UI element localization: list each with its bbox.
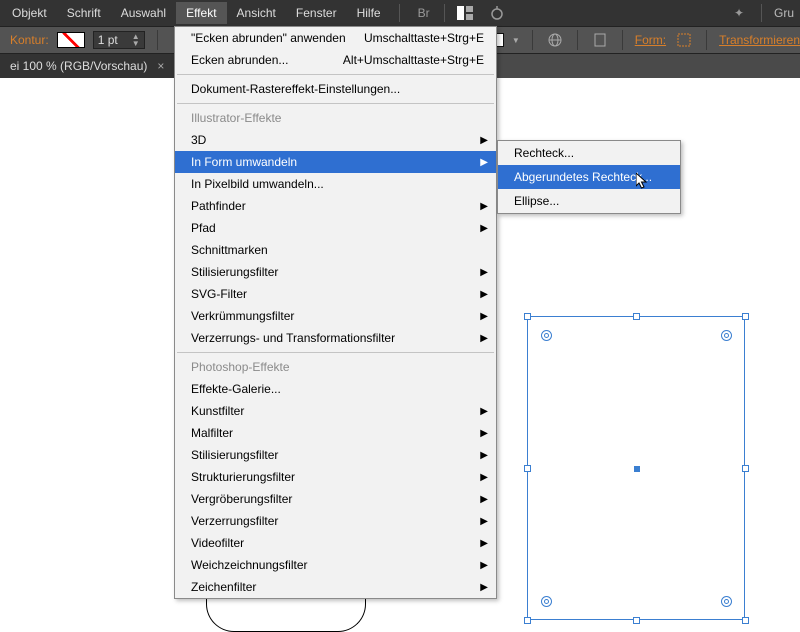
- handle-br[interactable]: [742, 617, 749, 624]
- document-tab[interactable]: ei 100 % (RGB/Vorschau) ×: [0, 54, 174, 78]
- menu-ps-video[interactable]: Videofilter▶: [175, 532, 496, 554]
- handle-tr[interactable]: [742, 313, 749, 320]
- form-link[interactable]: Form:: [635, 33, 666, 47]
- handle-bl[interactable]: [524, 617, 531, 624]
- handle-tc[interactable]: [633, 313, 640, 320]
- menu-ansicht[interactable]: Ansicht: [227, 2, 286, 24]
- menu-ps-vergroeberung[interactable]: Vergröberungsfilter▶: [175, 488, 496, 510]
- document-setup-icon[interactable]: [590, 30, 610, 50]
- header-illustrator-effekte: Illustrator-Effekte: [175, 107, 496, 129]
- effekt-dropdown: "Ecken abrunden" anwendenUmschalttaste+S…: [174, 26, 497, 599]
- menu-objekt[interactable]: Objekt: [2, 2, 57, 24]
- menu-ai-stilisierung[interactable]: Stilisierungsfilter▶: [175, 261, 496, 283]
- menu-effekt[interactable]: Effekt: [176, 2, 226, 24]
- shape-icon[interactable]: [674, 30, 694, 50]
- menu-ps-verzerrung[interactable]: Verzerrungsfilter▶: [175, 510, 496, 532]
- menu-ps-kunst[interactable]: Kunstfilter▶: [175, 400, 496, 422]
- menu-ps-weichzeichnung[interactable]: Weichzeichnungsfilter▶: [175, 554, 496, 576]
- menu-last-settings[interactable]: Ecken abrunden...Alt+Umschalttaste+Strg+…: [175, 49, 496, 71]
- workspace-label[interactable]: Gru: [768, 6, 800, 20]
- menu-ps-mal[interactable]: Malfilter▶: [175, 422, 496, 444]
- corner-widget-tr[interactable]: [721, 330, 732, 341]
- handle-bc[interactable]: [633, 617, 640, 624]
- corner-widget-br[interactable]: [721, 596, 732, 607]
- menu-ps-struktur[interactable]: Strukturierungsfilter▶: [175, 466, 496, 488]
- menubar: Objekt Schrift Auswahl Effekt Ansicht Fe…: [0, 0, 800, 26]
- handle-tl[interactable]: [524, 313, 531, 320]
- menu-ai-pixelbild[interactable]: In Pixelbild umwandeln...: [175, 173, 496, 195]
- menu-ai-pfad[interactable]: Pfad▶: [175, 217, 496, 239]
- menu-ps-zeichen[interactable]: Zeichenfilter▶: [175, 576, 496, 598]
- menu-auswahl[interactable]: Auswahl: [111, 2, 176, 24]
- in-form-umwandeln-submenu: Rechteck... Abgerundetes Rechteck... Ell…: [497, 140, 681, 214]
- submenu-abgerundetes-rechteck[interactable]: Abgerundetes Rechteck...: [498, 165, 680, 189]
- bridge-icon[interactable]: Br: [413, 2, 435, 24]
- menu-ai-in-form-umwandeln[interactable]: In Form umwandeln▶: [175, 151, 496, 173]
- document-title: ei 100 % (RGB/Vorschau): [10, 59, 147, 73]
- menu-apply-last[interactable]: "Ecken abrunden" anwendenUmschalttaste+S…: [175, 27, 496, 49]
- globe-icon[interactable]: [545, 30, 565, 50]
- header-photoshop-effekte: Photoshop-Effekte: [175, 356, 496, 378]
- menu-ai-3d[interactable]: 3D▶: [175, 129, 496, 151]
- corner-widget-bl[interactable]: [541, 596, 552, 607]
- menu-raster-settings[interactable]: Dokument-Rastereffekt-Einstellungen...: [175, 78, 496, 100]
- gpu-icon[interactable]: [486, 2, 508, 24]
- submenu-rechteck[interactable]: Rechteck...: [498, 141, 680, 165]
- arrange-documents-icon[interactable]: [454, 2, 476, 24]
- menu-ai-verzerrung[interactable]: Verzerrungs- und Transformationsfilter▶: [175, 327, 496, 349]
- menu-fenster[interactable]: Fenster: [286, 2, 347, 24]
- menu-ps-stil[interactable]: Stilisierungsfilter▶: [175, 444, 496, 466]
- stroke-swatch[interactable]: [57, 32, 85, 48]
- close-tab-icon[interactable]: ×: [157, 59, 164, 73]
- notification-icon[interactable]: ✦: [728, 2, 750, 24]
- menu-ai-svg[interactable]: SVG-Filter▶: [175, 283, 496, 305]
- menu-hilfe[interactable]: Hilfe: [347, 2, 391, 24]
- menu-ai-pathfinder[interactable]: Pathfinder▶: [175, 195, 496, 217]
- menu-ps-galerie[interactable]: Effekte-Galerie...: [175, 378, 496, 400]
- submenu-ellipse[interactable]: Ellipse...: [498, 189, 680, 213]
- stroke-weight-input[interactable]: 1 pt▲▼: [93, 31, 145, 49]
- menu-ai-schnittmarken[interactable]: Schnittmarken: [175, 239, 496, 261]
- corner-widget-tl[interactable]: [541, 330, 552, 341]
- menu-schrift[interactable]: Schrift: [57, 2, 111, 24]
- menu-ai-verkruemmung[interactable]: Verkrümmungsfilter▶: [175, 305, 496, 327]
- transform-link[interactable]: Transformieren: [719, 33, 800, 47]
- handle-mr[interactable]: [742, 465, 749, 472]
- selection-center: [634, 466, 640, 472]
- kontur-label: Kontur:: [10, 33, 49, 47]
- handle-ml[interactable]: [524, 465, 531, 472]
